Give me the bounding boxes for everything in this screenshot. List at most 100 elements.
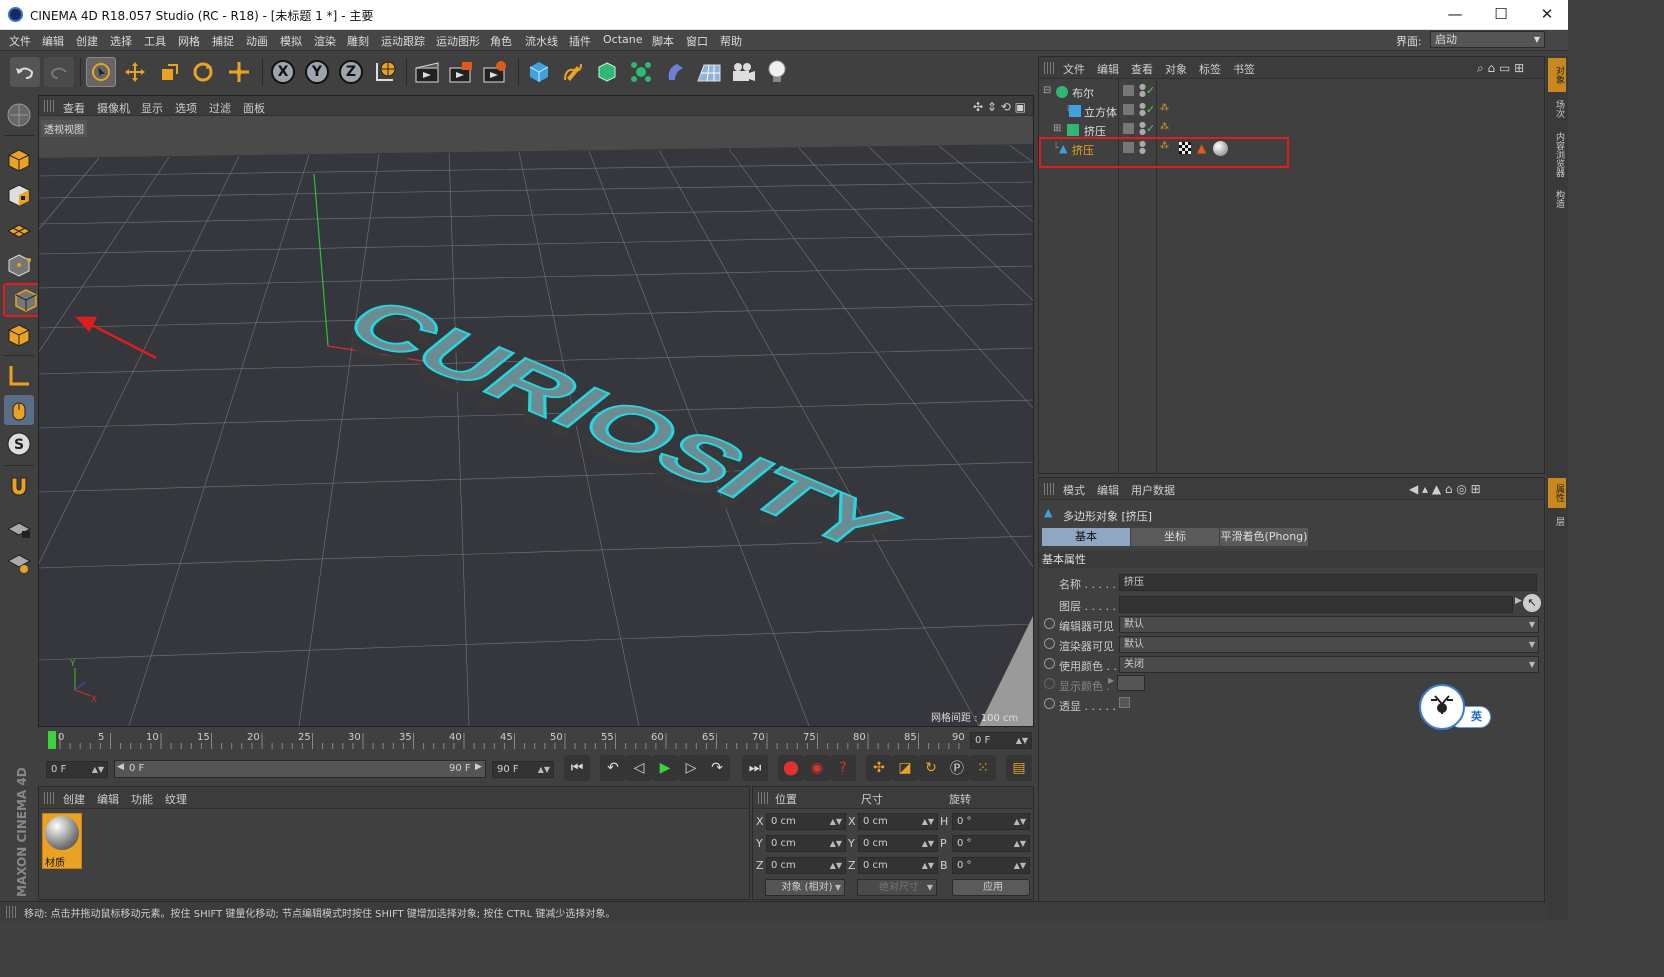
- tree-row-extrude-selected[interactable]: └ ▲ 挤压 ● ● ⁂ ▲: [1039, 140, 1544, 158]
- objects-menu-file[interactable]: 文件: [1063, 61, 1085, 77]
- keyframe-radio-icon[interactable]: [1044, 638, 1055, 649]
- timeline-ruler[interactable]: 0 5 10 15 20 25 30 35 40 45 50 55 60 65 …: [38, 729, 1034, 755]
- objects-menu-objects[interactable]: 对象: [1165, 61, 1187, 77]
- deformer-button[interactable]: [660, 57, 690, 87]
- uvw-tag-icon[interactable]: [1179, 142, 1191, 154]
- key-parameter-button[interactable]: Ⓟ: [944, 755, 970, 781]
- cube-object-button[interactable]: [524, 57, 554, 87]
- start-frame-field[interactable]: 0 F ▲▼: [46, 761, 108, 778]
- select-tool-button[interactable]: [86, 57, 116, 87]
- phong-tag-icon[interactable]: ⁂: [1160, 141, 1169, 151]
- next-frame-button[interactable]: ▷: [678, 755, 704, 781]
- camera-button[interactable]: [728, 57, 758, 87]
- menu-octane[interactable]: Octane: [603, 33, 643, 46]
- menu-animate[interactable]: 动画: [246, 33, 268, 49]
- keyframe-radio-icon[interactable]: [1044, 678, 1055, 689]
- material-item[interactable]: 材质: [42, 813, 82, 869]
- attr-panel-tools-icons[interactable]: ◀ ▴ ▲ ⌂ ◎ ⊞: [1409, 482, 1481, 496]
- material-menu-create[interactable]: 创建: [63, 791, 85, 807]
- transform-tool-button[interactable]: [224, 57, 254, 87]
- rotation-p-field[interactable]: 0 ° ▲▼: [952, 835, 1030, 852]
- keyframe-radio-icon[interactable]: [1044, 698, 1055, 709]
- menu-plugins[interactable]: 插件: [569, 33, 591, 49]
- key-scale-button[interactable]: ◪: [892, 755, 918, 781]
- previous-frame-button[interactable]: ◁: [626, 755, 652, 781]
- use-color-select[interactable]: 关闭 ▼: [1119, 656, 1539, 673]
- attr-menu-mode[interactable]: 模式: [1063, 482, 1085, 498]
- make-editable-button[interactable]: [4, 100, 34, 130]
- size-y-field[interactable]: 0 cm ▲▼: [858, 835, 938, 852]
- pick-layer-icon[interactable]: ↖: [1523, 594, 1541, 612]
- menu-render[interactable]: 渲染: [314, 33, 336, 49]
- undo-button[interactable]: [10, 57, 40, 87]
- tree-row-cube[interactable]: └ 立方体 ●● ✓ ⁂: [1039, 102, 1544, 120]
- size-z-field[interactable]: 0 cm ▲▼: [858, 857, 938, 874]
- key-point-level-button[interactable]: ⁙: [970, 755, 996, 781]
- layer-swatch-icon[interactable]: [1123, 104, 1134, 115]
- phong-tag-icon[interactable]: ⁂: [1160, 103, 1169, 113]
- tab-content-browser[interactable]: 内容浏览器: [1548, 126, 1566, 182]
- keyframe-selection-button[interactable]: ?: [830, 755, 856, 781]
- end-frame-field[interactable]: 90 F ▲▼: [492, 761, 554, 778]
- cloner-button[interactable]: [626, 57, 656, 87]
- polygon-selection-tag-icon[interactable]: ▲: [1197, 141, 1206, 155]
- playhead-marker[interactable]: [48, 731, 56, 749]
- menu-window[interactable]: 窗口: [686, 33, 708, 49]
- rotation-h-field[interactable]: 0 ° ▲▼: [952, 813, 1030, 830]
- snap-toggle-button[interactable]: S: [4, 429, 34, 459]
- tweak-mode-button[interactable]: [4, 395, 34, 425]
- enabled-check-icon[interactable]: ✓: [1146, 84, 1155, 97]
- axis-mode-button[interactable]: [4, 361, 34, 391]
- menu-tools[interactable]: 工具: [144, 33, 166, 49]
- model-mode-button[interactable]: [4, 145, 34, 175]
- tab-basic[interactable]: 基本: [1042, 528, 1130, 546]
- objects-menu-view[interactable]: 查看: [1131, 61, 1153, 77]
- enabled-check-icon[interactable]: ✓: [1146, 122, 1155, 135]
- menu-mograph[interactable]: 运动图形: [436, 33, 480, 49]
- texture-mode-button[interactable]: [4, 180, 34, 210]
- record-keys-button[interactable]: ⬤: [778, 755, 804, 781]
- render-to-picture-viewer-button[interactable]: [446, 57, 476, 87]
- material-menu-function[interactable]: 功能: [131, 791, 153, 807]
- magnet-button[interactable]: [4, 471, 34, 501]
- menu-edit[interactable]: 编辑: [42, 33, 64, 49]
- menu-sculpt[interactable]: 雕刻: [347, 33, 369, 49]
- viewport-menu-options[interactable]: 选项: [175, 100, 197, 116]
- key-rotation-button[interactable]: ↻: [918, 755, 944, 781]
- editor-visible-select[interactable]: 默认 ▼: [1119, 616, 1539, 633]
- layer-swatch-icon[interactable]: [1123, 85, 1134, 96]
- rotation-b-field[interactable]: 0 ° ▲▼: [952, 857, 1030, 874]
- move-tool-button[interactable]: [120, 57, 150, 87]
- workplane-mode-button[interactable]: [4, 215, 34, 245]
- key-position-button[interactable]: ✣: [866, 755, 892, 781]
- material-tag-icon[interactable]: [1213, 141, 1228, 156]
- menu-simulate[interactable]: 模拟: [280, 33, 302, 49]
- polygons-mode-button[interactable]: [4, 320, 34, 350]
- keyframe-radio-icon[interactable]: [1044, 658, 1055, 669]
- tab-attributes[interactable]: 属性: [1548, 478, 1566, 508]
- tab-phong[interactable]: 平滑着色(Phong): [1220, 528, 1308, 546]
- attr-name-input[interactable]: 挤压: [1119, 574, 1537, 591]
- layer-swatch-icon[interactable]: [1123, 142, 1134, 153]
- play-button[interactable]: ▶: [652, 755, 678, 781]
- size-x-field[interactable]: 0 cm ▲▼: [858, 813, 938, 830]
- timeline-window-button[interactable]: ▤: [1006, 755, 1032, 781]
- objects-menu-tags[interactable]: 标签: [1199, 61, 1221, 77]
- render-view-button[interactable]: [412, 57, 442, 87]
- phong-tag-icon[interactable]: ⁂: [1160, 122, 1169, 132]
- layer-swatch-icon[interactable]: [1123, 123, 1134, 134]
- material-menu-edit[interactable]: 编辑: [97, 791, 119, 807]
- menu-script[interactable]: 脚本: [652, 33, 674, 49]
- menu-mesh[interactable]: 网格: [178, 33, 200, 49]
- planar-workplane-button[interactable]: [4, 547, 34, 577]
- z-axis-lock-button[interactable]: Z: [336, 57, 366, 87]
- viewport-menu-filter[interactable]: 过滤: [209, 100, 231, 116]
- menu-create[interactable]: 创建: [76, 33, 98, 49]
- viewport-navigate-icons[interactable]: ✣ ⇕ ⟲ ▣: [973, 100, 1026, 114]
- y-axis-lock-button[interactable]: Y: [302, 57, 332, 87]
- previous-keyframe-button[interactable]: ↶: [600, 755, 626, 781]
- subdivision-surface-button[interactable]: [592, 57, 622, 87]
- points-mode-button[interactable]: [4, 250, 34, 280]
- current-frame-field[interactable]: 0 F ▲▼: [970, 732, 1032, 749]
- attr-menu-user-data[interactable]: 用户数据: [1131, 482, 1175, 498]
